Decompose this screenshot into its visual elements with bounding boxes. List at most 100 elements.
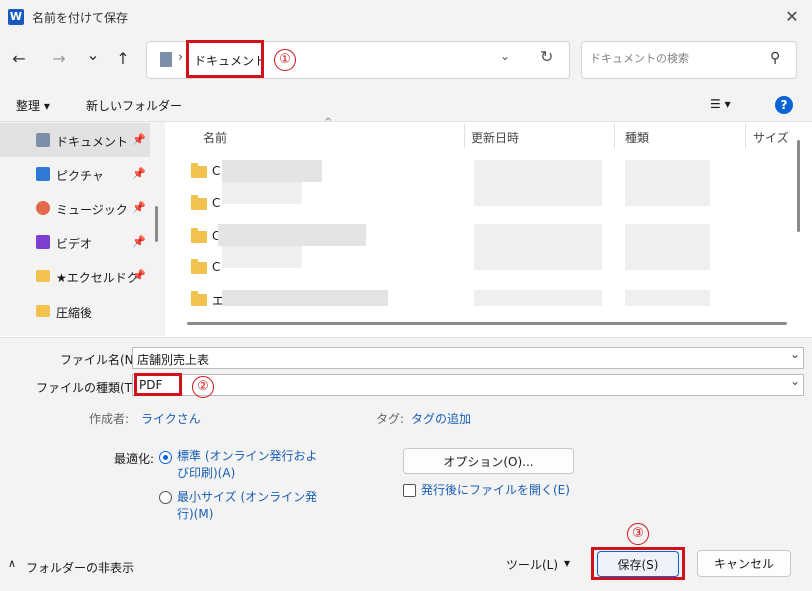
- highlight-box-3: [591, 547, 685, 580]
- filetype-select[interactable]: [132, 374, 804, 396]
- new-folder-button[interactable]: 新しいフォルダー: [86, 97, 182, 114]
- pin-icon: 📌: [132, 235, 146, 248]
- column-divider[interactable]: [745, 124, 746, 148]
- blurred-file-name: [222, 160, 322, 182]
- folder-icon[interactable]: [191, 259, 207, 274]
- document-icon: [160, 52, 172, 67]
- pin-icon: 📌: [132, 201, 146, 214]
- column-header-name[interactable]: 名前: [203, 129, 227, 146]
- filetype-dropdown-chevron-icon[interactable]: ⌄: [790, 374, 800, 388]
- folder-icon[interactable]: [191, 291, 207, 306]
- recent-locations-chevron-icon[interactable]: ⌄: [82, 42, 104, 68]
- sidebar-item-label: ★エクセルドク: [56, 271, 139, 285]
- file-name[interactable]: C: [212, 164, 220, 178]
- blurred-type: [625, 182, 710, 206]
- pictures-icon: [36, 167, 50, 181]
- forward-arrow-icon[interactable]: →: [48, 46, 70, 72]
- filename-label: ファイル名(N):: [60, 353, 143, 367]
- sidebar-scrollbar[interactable]: [155, 206, 158, 242]
- folder-icon: [36, 270, 50, 282]
- folder-icon[interactable]: [191, 163, 207, 178]
- filename-dropdown-chevron-icon[interactable]: ⌄: [790, 347, 800, 361]
- sidebar-item-label: ピクチャ: [56, 169, 104, 183]
- radio-standard[interactable]: [159, 451, 172, 464]
- blurred-type: [625, 290, 710, 306]
- column-divider[interactable]: [464, 124, 465, 148]
- annotation-number-2: ②: [192, 376, 214, 398]
- blurred-type: [625, 246, 710, 270]
- highlight-box-2: [134, 373, 182, 396]
- author-label: 作成者:: [89, 412, 130, 426]
- open-after-publish-checkbox[interactable]: [403, 484, 416, 497]
- blurred-date: [474, 160, 602, 182]
- open-after-publish-label[interactable]: 発行後にファイルを開く(E): [421, 482, 570, 499]
- folder-icon[interactable]: [191, 195, 207, 210]
- address-dropdown-chevron-icon[interactable]: ⌄: [500, 49, 510, 63]
- document-icon: [36, 133, 50, 147]
- pin-icon: 📌: [132, 133, 146, 146]
- radio-minimum-size[interactable]: [159, 491, 172, 504]
- help-icon[interactable]: ?: [775, 96, 793, 114]
- close-icon[interactable]: ✕: [780, 6, 804, 28]
- column-divider[interactable]: [614, 124, 615, 148]
- filename-input[interactable]: [132, 347, 804, 369]
- column-header-date-modified[interactable]: 更新日時: [471, 129, 519, 146]
- blurred-date: [474, 224, 602, 246]
- view-options-icon[interactable]: ☰ ▾: [710, 97, 731, 111]
- blurred-file-name: [218, 224, 366, 246]
- optimize-label: 最適化:: [114, 452, 155, 466]
- search-icon[interactable]: ⚲: [770, 50, 780, 66]
- radio-standard-label-line1[interactable]: 標準 (オンライン発行およ: [177, 448, 318, 465]
- blurred-file-name: [222, 182, 302, 204]
- pin-icon: 📌: [132, 269, 146, 282]
- sidebar-item-label: ドキュメント: [56, 135, 129, 149]
- radio-standard-label-line2[interactable]: び印刷)(A): [177, 465, 235, 482]
- radio-minimum-label-line2[interactable]: 行)(M): [177, 506, 213, 523]
- column-header-type[interactable]: 種類: [625, 129, 649, 146]
- sort-ascending-icon: ^: [324, 117, 333, 128]
- breadcrumb-separator: ›: [178, 50, 184, 65]
- blurred-file-name: [222, 246, 302, 268]
- sidebar-item-label: ミュージック: [56, 203, 128, 217]
- organize-menu-button[interactable]: 整理 ▾: [16, 97, 50, 114]
- tools-menu-button[interactable]: ツール(L): [506, 556, 558, 573]
- folder-icon[interactable]: [191, 228, 207, 243]
- vertical-scrollbar[interactable]: [797, 140, 800, 232]
- blurred-type: [625, 160, 710, 182]
- blurred-date: [474, 246, 602, 270]
- tags-label: タグ:: [376, 412, 405, 426]
- options-button[interactable]: オプション(O)...: [403, 448, 574, 474]
- pin-icon: 📌: [132, 167, 146, 180]
- file-name[interactable]: C: [212, 196, 220, 210]
- cancel-button[interactable]: キャンセル: [697, 550, 791, 577]
- up-arrow-icon[interactable]: ↑: [112, 46, 134, 72]
- sidebar-item-label: 圧縮後: [56, 306, 93, 320]
- hide-folders-button[interactable]: フォルダーの非表示: [26, 559, 134, 576]
- folder-icon: [36, 305, 50, 317]
- horizontal-scrollbar[interactable]: [187, 322, 787, 325]
- filetype-label: ファイルの種類(T):: [36, 381, 141, 395]
- word-app-icon: W: [8, 9, 24, 25]
- refresh-icon[interactable]: ↻: [540, 47, 553, 66]
- tags-add-link[interactable]: タグの追加: [411, 410, 471, 427]
- blurred-date: [474, 182, 602, 206]
- annotation-number-3: ③: [627, 523, 649, 545]
- window-title: 名前を付けて保存: [32, 11, 129, 25]
- annotation-number-1: ①: [274, 49, 296, 71]
- blurred-type: [625, 224, 710, 246]
- tools-dropdown-icon[interactable]: ▾: [564, 556, 570, 570]
- blurred-date: [474, 290, 602, 306]
- sidebar-item-label: ビデオ: [56, 237, 93, 251]
- chevron-up-icon[interactable]: ∧: [8, 557, 16, 570]
- radio-minimum-label-line1[interactable]: 最小サイズ (オンライン発: [177, 489, 317, 506]
- search-input[interactable]: [590, 52, 760, 65]
- column-header-size[interactable]: サイズ: [753, 129, 789, 146]
- highlight-box-1: [186, 40, 264, 78]
- music-icon: [36, 201, 50, 215]
- blurred-file-name: [222, 290, 388, 306]
- file-name[interactable]: C: [212, 260, 220, 274]
- filename-value[interactable]: 店舗別売上表: [137, 351, 209, 368]
- author-value[interactable]: ライクさん: [141, 410, 201, 427]
- back-arrow-icon[interactable]: ←: [8, 46, 30, 72]
- video-icon: [36, 235, 50, 249]
